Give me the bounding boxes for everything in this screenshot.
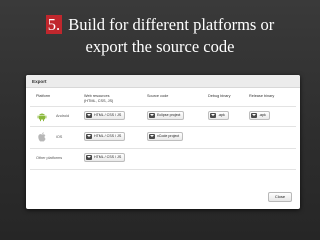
apple-icon [38,132,46,142]
android-release-binary-button[interactable]: .apk [249,111,270,120]
header-debug-binary: Debug binary [208,94,231,98]
android-debug-binary-button[interactable]: .apk [208,111,229,120]
download-icon [251,113,257,118]
divider [30,126,296,127]
button-label: .apk [218,113,225,117]
button-label: HTML / CSS / JS [94,155,122,159]
button-label: .apk [259,113,266,117]
button-label: Eclipse project [157,113,181,117]
header-release-binary: Release binary [249,94,275,98]
table-row: Other platforms HTML / CSS / JS [26,150,300,167]
slide-title-line2: export the source code [85,37,235,56]
table-header: Platform Web resources (HTML, CSS, JS) S… [26,92,300,105]
button-label: xCode project [157,134,180,138]
slide-number: 5. [45,15,63,34]
download-icon [149,113,155,118]
platform-label: Android [56,114,70,118]
download-icon [86,113,92,118]
ios-source-code-button[interactable]: xCode project [147,132,184,141]
download-icon [149,134,155,139]
platform-label: iOS [56,135,63,139]
slide-title-line1: 5. Build for different platforms or [0,14,320,36]
android-web-resources-button[interactable]: HTML / CSS / JS [84,111,126,120]
dialog-title: Export [26,75,300,88]
button-label: HTML / CSS / JS [94,134,122,138]
divider [30,106,296,107]
export-dialog: Export Platform Web resources (HTML, CSS… [26,75,300,209]
slide-title: 5. Build for different platforms or expo… [0,14,320,58]
header-web-line1: Web resources [84,94,110,98]
download-icon [86,155,92,160]
slide-title-text1: Build for different platforms or [68,15,275,34]
header-web-line2: (HTML, CSS, JS) [84,98,114,103]
download-icon [86,134,92,139]
button-label: HTML / CSS / JS [94,113,122,117]
other-web-resources-button[interactable]: HTML / CSS / JS [84,153,126,162]
header-platform: Platform [36,94,51,98]
close-button[interactable]: Close [268,192,292,202]
divider [30,169,296,170]
header-web-resources: Web resources (HTML, CSS, JS) [84,94,113,103]
ios-web-resources-button[interactable]: HTML / CSS / JS [84,132,126,141]
android-source-code-button[interactable]: Eclipse project [147,111,185,120]
android-icon [37,113,47,122]
platform-label: Other platforms [36,156,63,160]
table-row: Android HTML / CSS / JS Eclipse project … [26,108,300,125]
table-row: iOS HTML / CSS / JS xCode project [26,129,300,146]
header-source-code: Source code [147,94,169,98]
download-icon [210,113,216,118]
divider [30,148,296,149]
